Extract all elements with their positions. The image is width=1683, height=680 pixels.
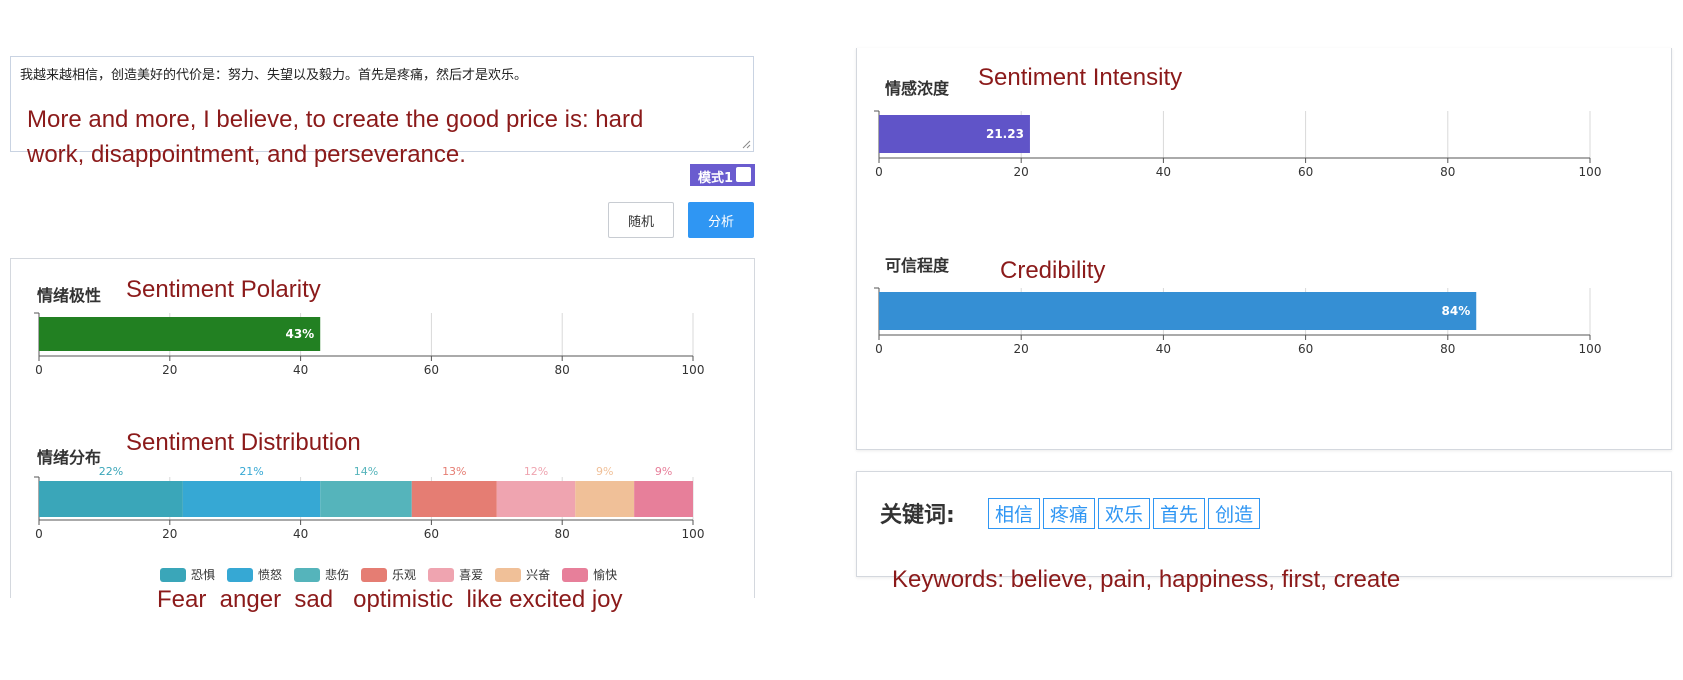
legend-swatch xyxy=(495,567,522,582)
x-tick-label: 40 xyxy=(293,363,308,377)
legend-item[interactable]: 愤怒 xyxy=(227,566,282,583)
x-tick-label: 40 xyxy=(1156,342,1171,356)
x-tick-label: 20 xyxy=(162,527,177,541)
sentence-translation-line2: work, disappointment, and perseverance. xyxy=(27,141,466,168)
mode-toggle[interactable]: 模式1 xyxy=(690,164,755,186)
random-button[interactable]: 随机 xyxy=(608,202,674,238)
keyword-tag[interactable]: 创造 xyxy=(1208,498,1261,529)
legend-item[interactable]: 悲伤 xyxy=(294,566,349,583)
legend-translation: Fear anger sad optimistic like excited j… xyxy=(157,586,623,613)
analyze-button[interactable]: 分析 xyxy=(688,202,754,238)
x-tick-label: 0 xyxy=(875,165,883,179)
legend-item[interactable]: 愉快 xyxy=(562,566,617,583)
legend-item[interactable]: 恐惧 xyxy=(160,566,215,583)
segment-value-label: 9% xyxy=(655,465,672,478)
x-tick-label: 0 xyxy=(35,527,43,541)
legend-swatch xyxy=(160,567,186,582)
sentence-text: 我越来越相信，创造美好的代价是：努力、失望以及毅力。首先是疼痛，然后才是欢乐。 xyxy=(20,68,528,83)
legend-label: 愤怒 xyxy=(258,568,283,582)
keywords-label: 关键词: xyxy=(880,503,955,528)
x-tick-label: 40 xyxy=(1156,165,1171,179)
legend-label: 恐惧 xyxy=(191,568,216,582)
credibility-title: 可信程度 xyxy=(885,256,950,275)
intensity-translation: Sentiment Intensity xyxy=(978,64,1183,91)
x-tick-label: 100 xyxy=(682,527,705,541)
mode-checkbox[interactable] xyxy=(736,167,751,182)
segment-value-label: 13% xyxy=(442,465,466,478)
distribution-translation: Sentiment Distribution xyxy=(126,429,361,456)
bar xyxy=(39,317,321,351)
legend-label: 兴奋 xyxy=(526,568,551,582)
x-tick-label: 80 xyxy=(1440,165,1455,179)
sentence-translation-line1: More and more, I believe, to create the … xyxy=(27,106,644,133)
x-tick-label: 60 xyxy=(1298,165,1313,179)
x-tick-label: 20 xyxy=(162,363,177,377)
x-tick-label: 80 xyxy=(1440,342,1455,356)
x-tick-label: 20 xyxy=(1014,342,1029,356)
credibility-translation: Credibility xyxy=(1000,257,1106,284)
stack-segment xyxy=(320,481,412,517)
legend-label: 乐观 xyxy=(392,568,417,582)
mode-label: 模式1 xyxy=(698,171,734,186)
x-tick-label: 60 xyxy=(424,363,439,377)
credibility-chart: 0 20 40 60 80 100 84% xyxy=(874,287,1602,356)
legend-label: 愉快 xyxy=(593,568,618,582)
segment-value-label: 22% xyxy=(99,465,123,478)
x-tick-label: 100 xyxy=(1579,165,1602,179)
resize-grip-icon[interactable] xyxy=(741,139,751,149)
stack-segment xyxy=(496,481,576,517)
legend-swatch xyxy=(361,567,388,582)
stack-segment xyxy=(182,481,321,517)
legend-swatch xyxy=(562,567,589,582)
x-tick-label: 80 xyxy=(555,363,570,377)
intensity-title: 情感浓度 xyxy=(885,79,950,98)
x-tick-label: 0 xyxy=(35,363,43,377)
legend-label: 喜爱 xyxy=(459,568,484,582)
keyword-tag[interactable]: 疼痛 xyxy=(1043,498,1096,529)
legend-swatch xyxy=(294,567,321,582)
keywords-translation: Keywords: believe, pain, happiness, firs… xyxy=(892,566,1401,593)
segment-value-label: 21% xyxy=(239,465,263,478)
legend-swatch xyxy=(227,567,254,582)
stack-segment xyxy=(575,481,635,517)
stack-segment xyxy=(634,481,693,517)
keyword-tag[interactable]: 相信 xyxy=(988,498,1041,529)
segment-value-label: 9% xyxy=(596,465,613,478)
bar xyxy=(879,292,1477,330)
polarity-chart: 0 20 40 60 80 100 43% xyxy=(34,312,705,377)
legend-label: 悲伤 xyxy=(325,568,350,582)
stack-segment xyxy=(411,481,497,517)
x-tick-label: 60 xyxy=(424,527,439,541)
x-tick-label: 100 xyxy=(682,363,705,377)
segment-value-label: 14% xyxy=(354,465,378,478)
keywords-list: 相信 疼痛 欢乐 首先 创造 xyxy=(988,498,1261,529)
x-tick-label: 100 xyxy=(1579,342,1602,356)
x-tick-label: 80 xyxy=(555,527,570,541)
intensity-chart: 0 20 40 60 80 100 21.23 xyxy=(874,110,1602,179)
keyword-tag[interactable]: 首先 xyxy=(1153,498,1206,529)
x-tick-label: 20 xyxy=(1014,165,1029,179)
x-tick-label: 0 xyxy=(875,342,883,356)
bar-value-label: 43% xyxy=(285,327,314,341)
distribution-chart: 0 20 40 60 80 100 22% 21% 14% 13% 12% 9% 9% xyxy=(34,465,705,541)
bar-value-label: 84% xyxy=(1442,304,1471,318)
segment-value-label: 12% xyxy=(524,465,548,478)
legend-item[interactable]: 喜爱 xyxy=(428,566,483,583)
keywords-panel xyxy=(856,471,1672,577)
legend-swatch xyxy=(428,567,455,582)
stack-segment xyxy=(39,481,183,517)
x-tick-label: 40 xyxy=(293,527,308,541)
distribution-legend: 恐惧 愤怒 悲伤 乐观 喜爱 兴奋 愉快 xyxy=(160,566,617,583)
keyword-tag[interactable]: 欢乐 xyxy=(1098,498,1151,529)
bar-value-label: 21.23 xyxy=(986,127,1024,141)
legend-item[interactable]: 乐观 xyxy=(361,566,416,583)
x-tick-label: 60 xyxy=(1298,342,1313,356)
legend-item[interactable]: 兴奋 xyxy=(495,566,550,583)
